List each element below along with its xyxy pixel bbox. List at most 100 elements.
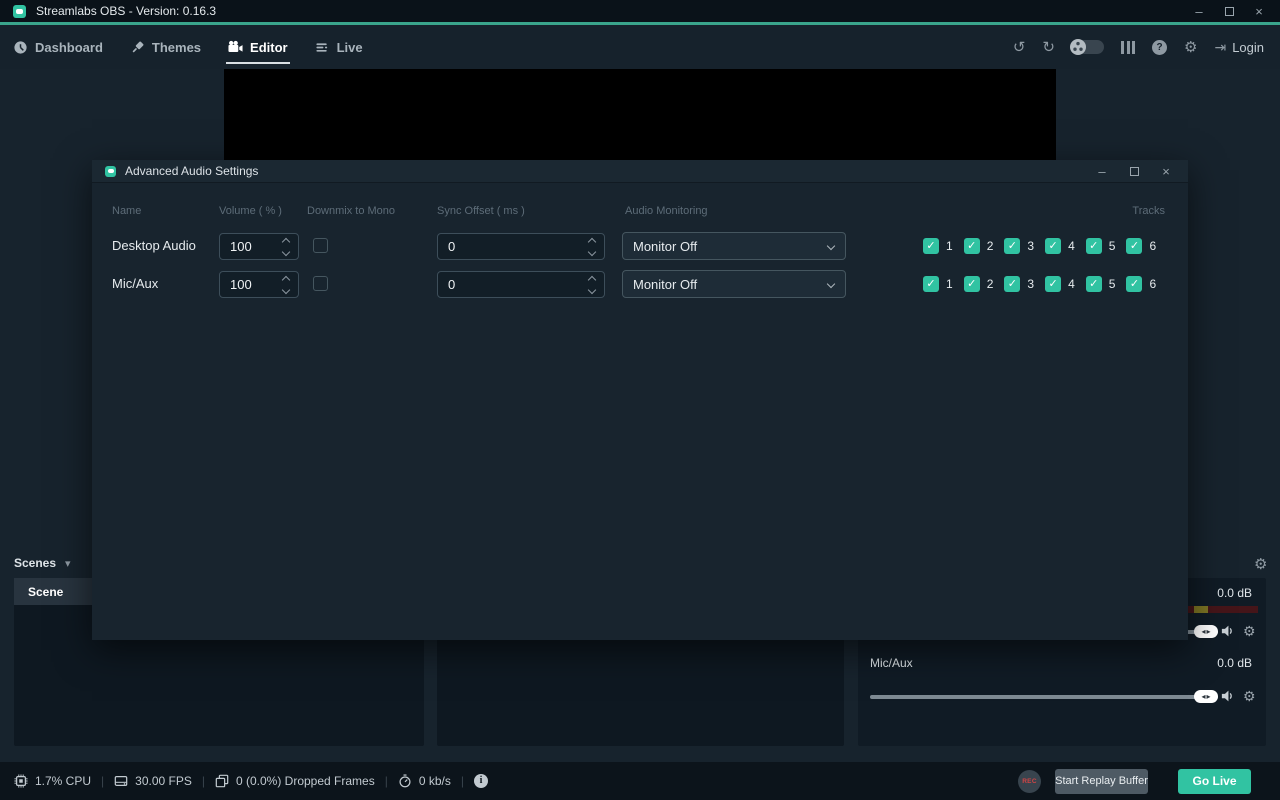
window-close-button[interactable]: × (1250, 4, 1268, 19)
tab-editor-label: Editor (250, 40, 288, 55)
track-checkbox-checked[interactable]: ✓ (964, 276, 980, 292)
downmix-checkbox-unchecked[interactable] (313, 276, 328, 291)
track-checkbox-checked[interactable]: ✓ (1004, 238, 1020, 254)
editor-icon (228, 40, 243, 55)
scenes-dropdown-caret-icon[interactable]: ▾ (65, 557, 71, 570)
audio-monitoring-value: Monitor Off (633, 239, 828, 254)
track-checkbox-checked[interactable]: ✓ (1126, 276, 1142, 292)
go-live-button[interactable]: Go Live (1178, 769, 1251, 794)
spinner-arrows-icon[interactable] (589, 277, 595, 293)
cpu-status: 1.7% CPU (14, 774, 91, 788)
info-icon[interactable]: i (474, 774, 488, 788)
studio-mode-toggle[interactable] (1072, 40, 1104, 54)
redo-button[interactable]: ↻ (1042, 40, 1055, 55)
dashboard-icon (13, 40, 28, 55)
sync-offset-input[interactable]: 0 (437, 271, 605, 298)
handle-left-arrow-icon: ◂ (1201, 625, 1205, 638)
track-checkbox-checked[interactable]: ✓ (1086, 238, 1102, 254)
track-checkbox-checked[interactable]: ✓ (1045, 238, 1061, 254)
tab-live[interactable]: Live (315, 25, 363, 69)
volume-input[interactable]: 100 (219, 233, 299, 260)
mixer-source2-mute-button[interactable] (1221, 689, 1235, 703)
mixer-source2-slider-track[interactable] (870, 695, 1218, 699)
record-button[interactable]: REC (1018, 770, 1041, 793)
help-button[interactable]: ? (1152, 40, 1167, 55)
handle-right-arrow-icon: ▸ (1207, 690, 1211, 703)
dialog-close-button[interactable]: × (1157, 164, 1175, 179)
tab-dashboard-label: Dashboard (35, 40, 103, 55)
track-checkbox-checked[interactable]: ✓ (964, 238, 980, 254)
spinner-arrows-icon[interactable] (589, 239, 595, 255)
cpu-chip-icon (14, 774, 28, 788)
scenes-panel-header: Scenes ▾ (14, 556, 71, 570)
disk-icon (114, 774, 128, 788)
login-button[interactable]: ⇥ Login (1214, 40, 1264, 55)
film-reel-icon (1069, 38, 1087, 56)
dropped-frames-value: 0 (0.0%) Dropped Frames (236, 774, 375, 788)
volume-value: 100 (230, 239, 283, 254)
audio-monitoring-value: Monitor Off (633, 277, 828, 292)
login-label: Login (1232, 40, 1264, 55)
meter-peak-segment (1194, 606, 1208, 613)
mixer-source2-db-value: 0.0 dB (1217, 656, 1252, 670)
undo-button[interactable]: ↺ (1013, 40, 1026, 55)
dialog-minimize-button[interactable]: – (1093, 164, 1111, 179)
sync-offset-input[interactable]: 0 (437, 233, 605, 260)
cpu-value: 1.7% CPU (35, 774, 91, 788)
mixer-source1-slider-handle[interactable]: ◂▸ (1194, 625, 1218, 638)
window-minimize-button[interactable]: – (1190, 4, 1208, 19)
mixer-source1-db-value: 0.0 dB (1217, 586, 1252, 600)
audio-source-row: Mic/Aux 100 0 Monitor Off ✓1 ✓2 ✓3 ✓4 ✓5… (92, 265, 1188, 303)
maximize-icon (1130, 167, 1139, 176)
dropped-frames-status: 0 (0.0%) Dropped Frames (215, 774, 375, 788)
volume-value: 100 (230, 277, 283, 292)
handle-right-arrow-icon: ▸ (1207, 625, 1211, 638)
mixer-source1-mute-button[interactable] (1221, 624, 1235, 638)
column-header-downmix: Downmix to Mono (307, 205, 395, 217)
audio-monitoring-select[interactable]: Monitor Off (622, 270, 846, 298)
top-navbar: Dashboard Themes Editor Live ↺ ↻ ? ⚙ (0, 25, 1280, 69)
spinner-arrows-icon[interactable] (283, 239, 289, 255)
spinner-arrows-icon[interactable] (283, 277, 289, 293)
track-checkbox-checked[interactable]: ✓ (1004, 276, 1020, 292)
column-header-sync-offset: Sync Offset ( ms ) (437, 205, 525, 217)
mixer-settings-gear-button[interactable]: ⚙ (1254, 555, 1267, 573)
track-checkbox-checked[interactable]: ✓ (1086, 276, 1102, 292)
status-bar: 1.7% CPU | 30.00 FPS | 0 (0.0%) Dropped … (0, 762, 1280, 800)
track-checkbox-checked[interactable]: ✓ (1126, 238, 1142, 254)
scene-item-label: Scene (28, 585, 63, 599)
chevron-down-icon (827, 280, 835, 288)
mixer-source1-settings-button[interactable]: ⚙ (1243, 623, 1256, 640)
tab-themes[interactable]: Themes (130, 25, 201, 69)
window-maximize-button[interactable] (1220, 4, 1238, 19)
track-checkbox-checked[interactable]: ✓ (923, 238, 939, 254)
sync-offset-value: 0 (448, 277, 589, 292)
dialog-title: Advanced Audio Settings (125, 164, 258, 178)
window-titlebar: Streamlabs OBS - Version: 0.16.3 – × (0, 0, 1280, 22)
tracks-group: ✓1 ✓2 ✓3 ✓4 ✓5 ✓6 (923, 227, 1156, 265)
streamlabs-logo-icon (105, 166, 116, 177)
mixer-source2-slider-handle[interactable]: ◂▸ (1194, 690, 1218, 703)
dialog-maximize-button[interactable] (1125, 164, 1143, 179)
fps-status: 30.00 FPS (114, 774, 192, 788)
speed-gauge-icon (398, 774, 412, 788)
downmix-checkbox-unchecked[interactable] (313, 238, 328, 253)
track-checkbox-checked[interactable]: ✓ (1045, 276, 1061, 292)
start-replay-buffer-button[interactable]: Start Replay Buffer (1055, 769, 1148, 794)
column-header-name: Name (112, 205, 141, 217)
tab-editor[interactable]: Editor (228, 25, 288, 69)
tab-themes-label: Themes (152, 40, 201, 55)
settings-gear-button[interactable]: ⚙ (1184, 40, 1197, 55)
column-header-audio-monitoring: Audio Monitoring (625, 205, 708, 217)
layout-columns-button[interactable] (1121, 41, 1135, 54)
sync-offset-value: 0 (448, 239, 589, 254)
login-arrow-icon: ⇥ (1214, 40, 1226, 55)
audio-monitoring-select[interactable]: Monitor Off (622, 232, 846, 260)
mixer-source2-settings-button[interactable]: ⚙ (1243, 688, 1256, 705)
source-name-label: Mic/Aux (112, 265, 158, 303)
track-checkbox-checked[interactable]: ✓ (923, 276, 939, 292)
tab-dashboard[interactable]: Dashboard (13, 25, 103, 69)
volume-input[interactable]: 100 (219, 271, 299, 298)
dialog-titlebar[interactable]: Advanced Audio Settings – × (92, 160, 1188, 183)
bitrate-status: 0 kb/s (398, 774, 451, 788)
